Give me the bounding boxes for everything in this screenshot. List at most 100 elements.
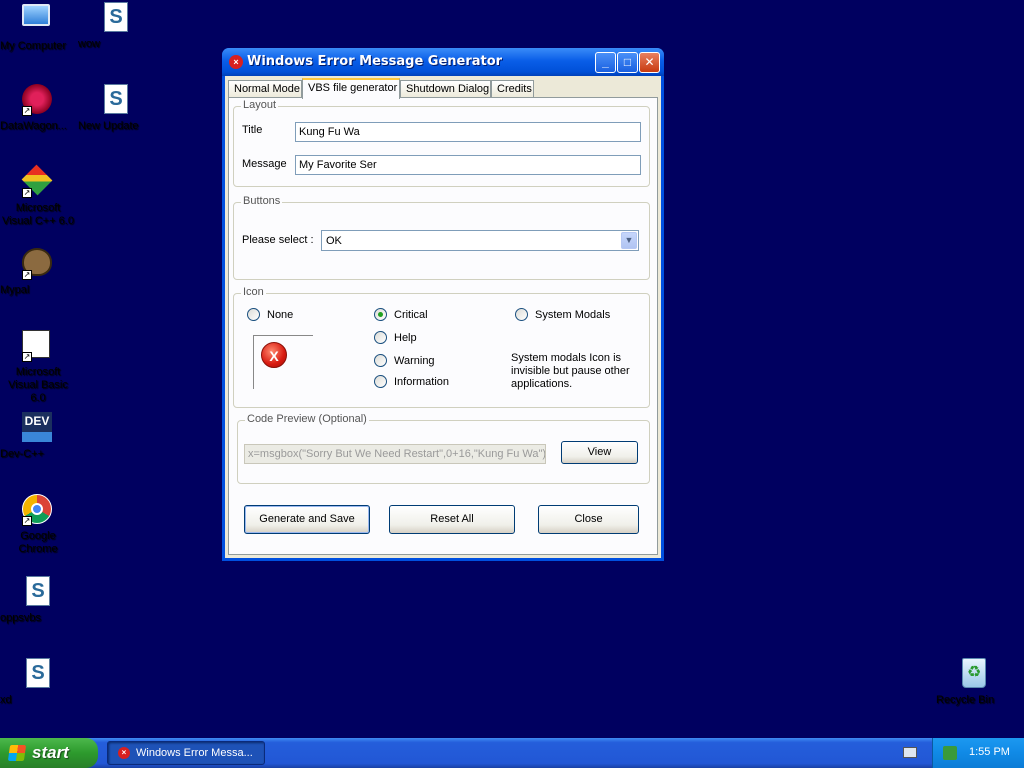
radio-help-label: Help: [394, 331, 417, 344]
radio-information-label: Information: [394, 375, 450, 388]
recycle-bin-icon: ♻: [958, 658, 990, 690]
dev-cpp-badge: DEV: [22, 412, 52, 442]
desktop-icon-label: New Update: [78, 120, 139, 132]
desktop-icon-label: Microsoft Visual C++ 6.0: [2, 202, 74, 227]
tab-shutdown-dialog[interactable]: Shutdown Dialog: [400, 80, 491, 98]
start-button[interactable]: start: [0, 738, 98, 768]
taskbar-button-label: Windows Error Messa...: [136, 747, 253, 759]
taskbar: start × Windows Error Messa... 1:55 PM: [0, 738, 1024, 768]
desktop-icon-label: oppsvbs: [0, 612, 41, 624]
radio-dot: [374, 308, 387, 321]
view-button[interactable]: View: [561, 441, 638, 464]
taskbar-button-error-generator[interactable]: × Windows Error Messa...: [107, 741, 265, 765]
computer-icon: [22, 4, 54, 36]
icon-group: Icon None Critical Help Warning Informat…: [233, 286, 650, 408]
icon-preview-box: X: [253, 335, 313, 389]
desktop-icon-my-computer[interactable]: My Computer: [0, 2, 76, 52]
visual-cpp-icon: ↗: [21, 164, 54, 198]
desktop-icon-wow[interactable]: S wow: [78, 2, 154, 50]
datawagon-icon: ↗: [22, 84, 54, 116]
radio-system-modals[interactable]: System Modals: [515, 308, 610, 321]
title-label: Title: [242, 124, 263, 136]
code-preview-group-title: Code Preview (Optional): [245, 413, 369, 425]
visual-basic-icon: ↗: [22, 330, 54, 362]
system-modals-note: System modals Icon is invisible but paus…: [511, 352, 630, 390]
radio-information[interactable]: Information: [374, 375, 449, 388]
close-window-button[interactable]: ✕: [639, 52, 660, 73]
reset-all-button[interactable]: Reset All: [389, 505, 515, 534]
desktop-icon-label: Recycle Bin: [936, 694, 995, 706]
windows-logo-icon: [7, 745, 27, 761]
radio-none[interactable]: None: [247, 308, 293, 321]
vbs-script-icon: S: [100, 84, 132, 116]
desktop-icon-mypal[interactable]: ↗ Mypal: [0, 248, 76, 296]
title-input[interactable]: Kung Fu Wa: [295, 122, 641, 142]
radio-none-label: None: [267, 308, 294, 321]
clock[interactable]: 1:55 PM: [969, 746, 1010, 758]
radio-dot: [374, 375, 387, 388]
desktop-icon-visual-cpp[interactable]: ↗ Microsoft Visual C++ 6.0: [0, 164, 76, 227]
desktop-icon-new-update[interactable]: S New Update: [78, 84, 154, 132]
desktop-icon-label: DataWagon...: [0, 120, 67, 132]
window-titlebar[interactable]: × Windows Error Message Generator _ □ ✕: [222, 48, 664, 76]
desktop-icon-dev-cpp[interactable]: DEV Dev-C++: [0, 412, 76, 460]
radio-dot: [374, 354, 387, 367]
buttons-select-value: OK: [326, 235, 342, 247]
window-title: Windows Error Message Generator: [247, 54, 503, 69]
code-preview-field: x=msgbox("Sorry But We Need Restart",0+1…: [244, 444, 546, 464]
close-button[interactable]: Close: [538, 505, 639, 534]
radio-critical[interactable]: Critical: [374, 308, 428, 321]
code-preview-group: Code Preview (Optional) x=msgbox("Sorry …: [237, 413, 650, 484]
vbs-script-icon: S: [100, 2, 132, 34]
generate-and-save-button[interactable]: Generate and Save: [244, 505, 370, 534]
minimize-button[interactable]: _: [595, 52, 616, 73]
chrome-icon: ↗: [22, 494, 54, 526]
vbs-script-icon: S: [22, 576, 54, 608]
dev-cpp-icon: DEV: [22, 412, 54, 444]
desktop-icon-datawagon[interactable]: ↗ DataWagon...: [0, 84, 76, 132]
mypal-icon: ↗: [22, 248, 54, 280]
desktop-icon-label: xd: [0, 694, 12, 706]
layout-group-title: Layout: [241, 99, 279, 111]
tab-normal-mode[interactable]: Normal Mode: [228, 80, 302, 98]
desktop-icon-label: Mypal: [0, 284, 30, 296]
desktop-icon-label: My Computer: [0, 40, 67, 52]
desktop-icon-recycle-bin[interactable]: ♻ Recycle Bin: [936, 658, 1012, 706]
radio-critical-label: Critical: [394, 308, 428, 321]
buttons-select[interactable]: OK ▼: [321, 230, 639, 251]
system-tray: 1:55 PM: [932, 738, 1024, 768]
desktop-icon-label: Microsoft Visual Basic 6.0: [8, 366, 68, 404]
app-error-icon: ×: [229, 55, 243, 69]
vbs-tab-page: Layout Title Kung Fu Wa Message My Favor…: [228, 97, 658, 555]
tab-vbs-file-generator[interactable]: VBS file generator: [302, 78, 400, 99]
desktop-icon-chrome[interactable]: ↗ Google Chrome: [0, 494, 76, 555]
app-error-icon: ×: [118, 747, 130, 759]
desktop-icon-xd[interactable]: S xd: [0, 658, 76, 706]
network-icon[interactable]: [943, 746, 957, 760]
buttons-group-title: Buttons: [241, 195, 283, 207]
chevron-down-icon[interactable]: ▼: [621, 232, 637, 249]
tab-credits[interactable]: Credits: [491, 80, 534, 98]
radio-dot: [374, 331, 387, 344]
message-input[interactable]: My Favorite Ser: [295, 155, 641, 175]
radio-dot: [515, 308, 528, 321]
desktop-icon-oppsvbs[interactable]: S oppsvbs: [0, 576, 76, 624]
desktop-icon-label: Google Chrome: [18, 530, 58, 555]
maximize-button[interactable]: □: [617, 52, 638, 73]
window-client: Normal Mode VBS file generator Shutdown …: [225, 76, 661, 558]
keyboard-icon[interactable]: [903, 747, 917, 758]
vbs-script-icon: S: [22, 658, 54, 690]
icon-group-title: Icon: [241, 286, 266, 298]
please-select-label: Please select :: [242, 234, 314, 246]
desktop-icon-label: Dev-C++: [0, 448, 45, 460]
desktop-icon-visual-basic[interactable]: ↗ Microsoft Visual Basic 6.0: [0, 330, 76, 404]
radio-warning[interactable]: Warning: [374, 354, 435, 367]
radio-dot: [247, 308, 260, 321]
radio-help[interactable]: Help: [374, 331, 417, 344]
desktop-icon-label: wow: [78, 38, 101, 50]
radio-system-modals-label: System Modals: [535, 308, 611, 321]
layout-group: Layout Title Kung Fu Wa Message My Favor…: [233, 99, 650, 187]
start-label: start: [32, 743, 69, 762]
message-label: Message: [242, 158, 287, 170]
radio-warning-label: Warning: [394, 354, 435, 367]
